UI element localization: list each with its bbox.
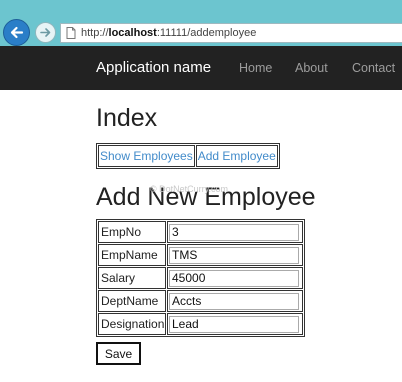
- add-employee-cell: Add Employee: [195, 145, 278, 167]
- empname-label: EmpName: [98, 244, 166, 266]
- navbar: Application name Home About Contact: [0, 46, 402, 90]
- add-employee-link[interactable]: Add Employee: [198, 149, 276, 163]
- back-arrow-icon: [10, 26, 24, 39]
- watermark: © DotNetCurry.com: [150, 184, 228, 194]
- back-button[interactable]: [3, 19, 30, 46]
- salary-input[interactable]: [169, 269, 299, 287]
- address-bar[interactable]: http://localhost:11111/addemployee: [60, 23, 402, 43]
- empno-input[interactable]: [169, 223, 299, 241]
- nav-link-home[interactable]: Home: [239, 61, 272, 75]
- deptname-input[interactable]: [169, 292, 299, 310]
- empname-input[interactable]: [169, 246, 299, 264]
- nav-link-contact[interactable]: Contact: [352, 61, 395, 75]
- salary-label: Salary: [98, 267, 166, 289]
- form-row-salary: Salary: [98, 267, 303, 289]
- form-row-empname: EmpName: [98, 244, 303, 266]
- form-row-empno: EmpNo: [98, 221, 303, 243]
- browser-chrome: http://localhost:11111/addemployee: [0, 0, 402, 46]
- show-employees-cell: Show Employees: [98, 145, 195, 167]
- forward-arrow-icon: [40, 28, 51, 37]
- page-icon: [66, 27, 76, 39]
- deptname-label: DeptName: [98, 290, 166, 312]
- forward-button[interactable]: [35, 22, 56, 43]
- action-links-table: Show Employees Add Employee: [96, 143, 280, 169]
- designation-label: Designation: [98, 313, 166, 335]
- nav-link-about[interactable]: About: [295, 61, 328, 75]
- show-employees-link[interactable]: Show Employees: [100, 149, 193, 163]
- index-heading: Index: [96, 104, 158, 132]
- empno-label: EmpNo: [98, 221, 166, 243]
- form-row-designation: Designation: [98, 313, 303, 335]
- designation-input[interactable]: [169, 315, 299, 333]
- form-row-deptname: DeptName: [98, 290, 303, 312]
- save-button[interactable]: Save: [96, 342, 141, 365]
- employee-form-table: EmpNo EmpName Salary DeptName Designatio…: [96, 219, 305, 337]
- brand-link[interactable]: Application name: [96, 59, 211, 76]
- url-text: http://localhost:11111/addemployee: [81, 27, 257, 39]
